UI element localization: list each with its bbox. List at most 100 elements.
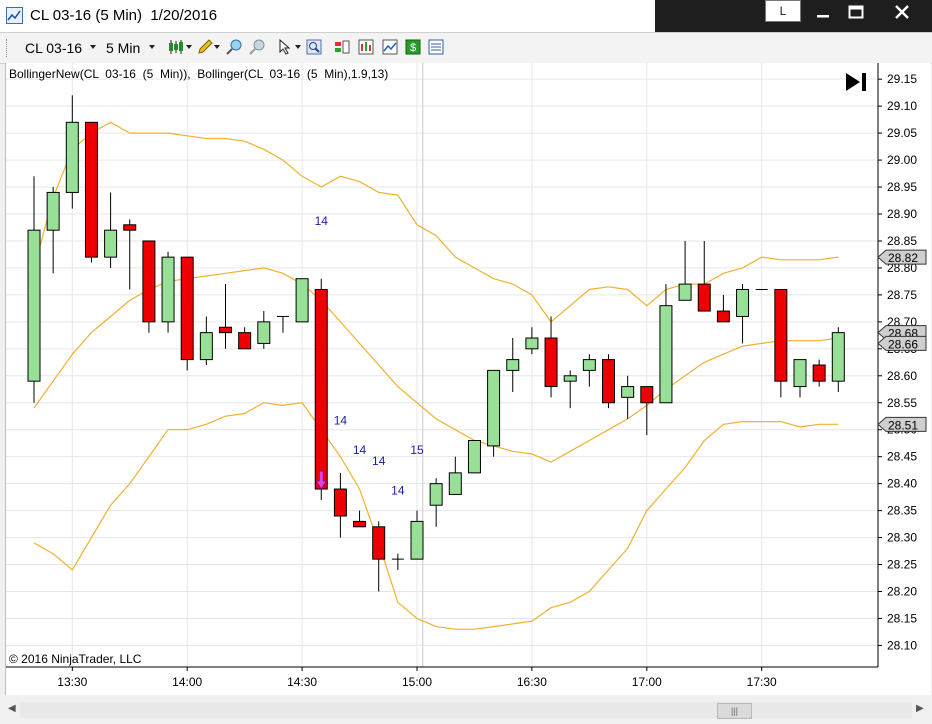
candle-body [65, 121, 79, 193]
candle-body [812, 364, 826, 382]
candle-body [84, 121, 98, 258]
candle-body [161, 256, 175, 323]
scroll-thumb[interactable]: ||| [717, 703, 752, 719]
candle-body [487, 369, 501, 447]
y-tick-label: 28.40 [887, 477, 917, 491]
candle-body [314, 289, 328, 490]
copyright-text: © 2016 NinjaTrader, LLC [9, 652, 142, 666]
jump-to-end-icon[interactable] [846, 73, 866, 91]
candle-body [831, 332, 845, 382]
candle-body [123, 224, 137, 231]
svg-text:$: $ [410, 42, 416, 54]
x-tick-label: 17:00 [632, 675, 662, 689]
signal-count-label: 14 [372, 454, 386, 468]
candle-body [467, 440, 481, 474]
close-icon [895, 5, 909, 19]
signal-count-label: 15 [410, 443, 424, 457]
candle-body [410, 520, 424, 560]
y-tick-label: 29.00 [887, 153, 917, 167]
scroll-track[interactable] [20, 702, 912, 718]
signal-count-label: 14 [334, 413, 348, 427]
candle-body [257, 321, 271, 344]
instrument-dropdown-icon[interactable] [90, 45, 96, 49]
signal-count-label: 14 [391, 483, 405, 497]
candle-body [199, 332, 213, 361]
candle-body [333, 488, 347, 517]
price-marker-label: 28.66 [888, 337, 918, 351]
candle-body [429, 483, 443, 506]
magnifier-icon[interactable] [306, 39, 322, 55]
strategies-icon[interactable]: $ [405, 39, 421, 55]
candle-body [448, 472, 462, 495]
zoom-out-icon[interactable] [249, 39, 265, 55]
zoom-in-icon[interactable] [226, 39, 242, 55]
candlestick-style-icon[interactable] [168, 39, 184, 55]
y-tick-label: 28.75 [887, 288, 917, 302]
signal-count-label: 14 [315, 214, 329, 228]
instrument-selector[interactable]: CL 03-16 [25, 40, 82, 56]
candle-body [295, 278, 309, 323]
candle-body [104, 229, 118, 258]
candle-body [678, 283, 692, 301]
interval-selector[interactable]: 5 Min [106, 40, 140, 56]
chart-window-icon [6, 7, 23, 24]
window-title: CL 03-16 (5 Min) 1/20/2016 [30, 7, 218, 24]
candle-body [793, 359, 807, 388]
candle-body [659, 305, 673, 404]
cursor-select-icon[interactable] [278, 39, 294, 55]
candle-body [640, 386, 654, 404]
scroll-left-icon[interactable]: ◀ [8, 703, 16, 714]
candle-body [716, 310, 730, 323]
y-tick-label: 28.25 [887, 558, 917, 572]
chart-properties-icon[interactable] [358, 39, 374, 55]
price-marker-label: 28.82 [888, 251, 918, 265]
candle-body [238, 332, 252, 350]
price-marker-label: 28.51 [888, 418, 918, 432]
candle-body [180, 256, 194, 361]
candle-body [774, 289, 788, 382]
candle-body [582, 359, 596, 371]
candle-body [697, 283, 711, 312]
y-tick-label: 28.95 [887, 180, 917, 194]
close-button[interactable] [874, 0, 930, 24]
drawing-dropdown-icon[interactable] [214, 45, 220, 49]
y-tick-label: 28.15 [887, 611, 917, 625]
price-chart[interactable]: 29.1529.1029.0529.0028.9528.9028.8528.80… [6, 63, 931, 695]
y-tick-label: 28.85 [887, 234, 917, 248]
y-tick-label: 28.90 [887, 207, 917, 221]
candle-body [142, 240, 156, 323]
x-tick-label: 17:30 [747, 675, 777, 689]
y-tick-label: 28.30 [887, 531, 917, 545]
x-tick-label: 13:30 [57, 675, 87, 689]
x-tick-label: 14:00 [172, 675, 202, 689]
chart-panel[interactable]: 29.15 29.10 29.05 29.00 28.95 28.90 28.85 28.80… [5, 63, 931, 695]
candle-body [563, 375, 577, 382]
drawing-pencil-icon[interactable] [197, 39, 213, 55]
y-tick-label: 28.35 [887, 504, 917, 518]
candle-body [736, 289, 750, 317]
candle-body [602, 359, 615, 404]
y-tick-label: 28.10 [887, 638, 917, 652]
data-box-icon[interactable] [334, 39, 350, 55]
x-tick-label: 16:30 [517, 675, 547, 689]
minimize-button[interactable] [808, 0, 838, 24]
interval-dropdown-icon[interactable] [149, 45, 155, 49]
maximize-icon [848, 5, 864, 19]
y-tick-label: 28.55 [887, 396, 917, 410]
scroll-right-icon[interactable]: ▶ [916, 703, 924, 714]
candle-body [353, 520, 367, 528]
indicators-icon[interactable] [382, 39, 398, 55]
chart-style-dropdown-icon[interactable] [186, 45, 192, 49]
candle-body [219, 326, 232, 334]
properties-icon[interactable] [428, 39, 444, 55]
x-tick-label: 15:00 [402, 675, 432, 689]
candle-body [544, 337, 558, 388]
candle-body [27, 229, 41, 382]
y-tick-label: 28.20 [887, 585, 917, 599]
maximize-button[interactable] [840, 0, 872, 24]
horizontal-scrollbar[interactable]: ◀ ||| ▶ [0, 696, 932, 724]
y-tick-label: 28.60 [887, 369, 917, 383]
cursor-dropdown-icon[interactable] [295, 45, 301, 49]
y-tick-label: 28.45 [887, 450, 917, 464]
layout-button[interactable]: L [765, 0, 801, 22]
